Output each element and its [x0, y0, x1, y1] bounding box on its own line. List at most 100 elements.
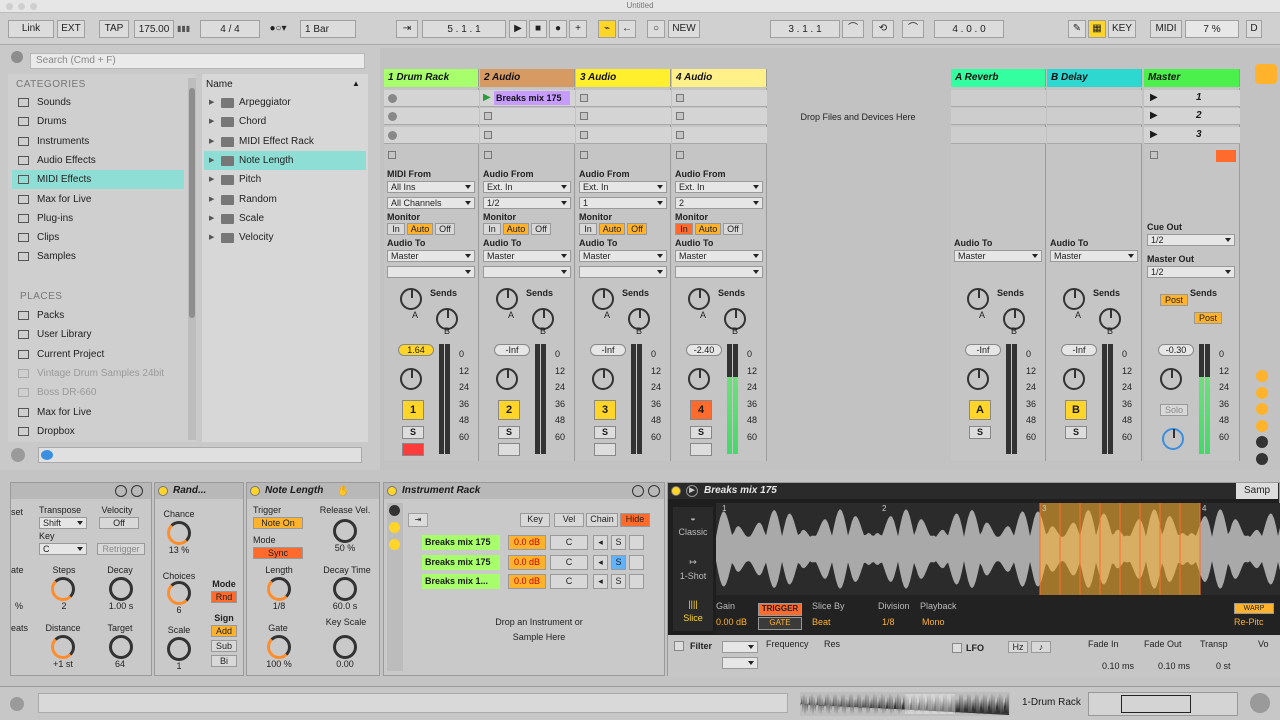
lfo-hz-button[interactable]: Hz: [1008, 641, 1028, 653]
browser-item-velocity[interactable]: ▶ Velocity: [204, 228, 366, 247]
clip-slot[interactable]: [672, 90, 767, 107]
return-activator-button[interactable]: A: [969, 400, 991, 420]
draw-mode-icon[interactable]: ✎: [1068, 20, 1086, 38]
detail-view-toggle-icon[interactable]: [1250, 693, 1270, 713]
clip-slot[interactable]: [384, 108, 479, 126]
save-preset-icon[interactable]: [632, 485, 644, 497]
pan-knob[interactable]: [1063, 368, 1085, 390]
clip-play-icon[interactable]: ▶: [483, 92, 491, 103]
output-channel-menu[interactable]: [387, 266, 475, 278]
target-knob[interactable]: [109, 635, 133, 659]
decay-time-knob[interactable]: [333, 577, 357, 601]
output-channel-menu[interactable]: [483, 266, 571, 278]
hot-swap-icon[interactable]: [131, 485, 143, 497]
monitor-in-button[interactable]: In: [387, 223, 405, 235]
browser-item-arpeggiator[interactable]: ▶ Arpeggiator: [204, 93, 366, 112]
minimize-window-icon[interactable]: [18, 3, 25, 10]
output-type-menu[interactable]: Master: [387, 250, 475, 262]
distance-knob[interactable]: [51, 635, 75, 659]
chain-solo-button[interactable]: S: [611, 554, 626, 570]
sidebar-item-samples[interactable]: Samples: [12, 247, 184, 266]
chain-list-toggle-icon[interactable]: [389, 522, 400, 533]
output-channel-menu[interactable]: [579, 266, 667, 278]
device-power-icon[interactable]: [250, 486, 260, 496]
new-session-button[interactable]: NEW: [668, 20, 700, 38]
clip-launch-icon[interactable]: [388, 112, 397, 122]
clip-stop-toggle[interactable]: [1216, 150, 1236, 162]
browser-item-random[interactable]: ▶ Random: [204, 190, 366, 209]
send-a-knob[interactable]: [1063, 288, 1085, 310]
sync-button[interactable]: Sync: [253, 547, 303, 559]
send-b-post-button[interactable]: Post: [1194, 312, 1222, 324]
browser-item-note-length[interactable]: ▶ Note Length: [204, 150, 366, 170]
midi-map-button[interactable]: MIDI: [1150, 20, 1182, 38]
chance-knob[interactable]: [167, 521, 191, 545]
clip-slot[interactable]: [576, 126, 671, 144]
scene-launch-icon[interactable]: ▶: [1150, 92, 1158, 103]
clip-stop-icon[interactable]: [676, 94, 684, 102]
device-power-icon[interactable]: [671, 486, 681, 496]
clip-stop-icon[interactable]: [580, 130, 588, 139]
arrangement-position[interactable]: 5 . 1 . 1: [422, 20, 506, 38]
decay-knob[interactable]: [109, 577, 133, 601]
clip-stop-icon[interactable]: [580, 94, 588, 102]
send-a-knob[interactable]: [496, 288, 518, 310]
input-type-menu[interactable]: All Ins: [387, 181, 475, 193]
follow-icon[interactable]: ⇥: [396, 20, 418, 38]
track-stop-icon[interactable]: [388, 151, 396, 159]
steps-knob[interactable]: [51, 577, 75, 601]
returns-icon[interactable]: [1256, 403, 1268, 415]
macro-toggle-icon[interactable]: [389, 505, 400, 516]
solo-button[interactable]: S: [969, 426, 991, 439]
monitor-off-button[interactable]: Off: [723, 223, 743, 235]
info-view-toggle-icon[interactable]: [8, 695, 28, 713]
expand-arrow-icon[interactable]: ▶: [209, 170, 214, 189]
clip-stop-icon[interactable]: [580, 112, 588, 121]
monitor-auto-button[interactable]: Auto: [407, 223, 433, 235]
output-type-menu[interactable]: Master: [579, 250, 667, 262]
return-header-a[interactable]: A Reverb: [951, 69, 1046, 87]
volume-field[interactable]: 1.64: [398, 344, 434, 356]
output-channel-menu[interactable]: [675, 266, 763, 278]
volume-field[interactable]: -Inf: [590, 344, 626, 356]
expand-arrow-icon[interactable]: ▶: [209, 190, 214, 209]
back-to-arrangement-icon[interactable]: ←: [618, 20, 636, 38]
place-item-current-project[interactable]: Current Project: [12, 345, 184, 364]
solo-button[interactable]: S: [594, 426, 616, 439]
mixer-icon[interactable]: [1256, 419, 1268, 432]
pan-knob[interactable]: [688, 368, 710, 390]
expand-arrow-icon[interactable]: ▶: [209, 132, 214, 151]
link-button[interactable]: Link: [8, 20, 54, 38]
place-item-boss-dr-660[interactable]: Boss DR-660: [12, 383, 184, 402]
monitor-auto-button[interactable]: Auto: [599, 223, 625, 235]
chain-name[interactable]: Breaks mix 175: [422, 554, 500, 570]
output-type-menu[interactable]: Master: [675, 250, 763, 262]
clip-slot[interactable]: [480, 108, 575, 126]
track-stop-icon[interactable]: [676, 151, 684, 159]
arm-button[interactable]: [594, 443, 616, 456]
chain-mute-icon[interactable]: ◂: [593, 574, 608, 589]
solo-button[interactable]: S: [402, 426, 424, 439]
clip-name[interactable]: Breaks mix 175: [494, 91, 570, 105]
loop-switch-icon[interactable]: ⟲: [872, 20, 894, 38]
session-view-toggle-icon[interactable]: [1255, 64, 1277, 84]
clip-stop-icon[interactable]: [484, 112, 492, 121]
browser-item-pitch[interactable]: ▶ Pitch: [204, 170, 366, 189]
crossfader-icon[interactable]: [1256, 436, 1268, 448]
name-column-header[interactable]: Name: [206, 79, 233, 90]
monitor-in-button[interactable]: In: [675, 223, 693, 235]
nudge-icon[interactable]: ▮▮▮: [177, 20, 195, 38]
chain-volume[interactable]: 0.0 dB: [508, 574, 546, 589]
chain-zone-button[interactable]: Chain: [586, 513, 618, 527]
tempo-field[interactable]: 175.00: [134, 20, 174, 38]
ext-sync-button[interactable]: EXT: [57, 20, 85, 38]
clip-stop-icon[interactable]: [676, 112, 684, 121]
sidebar-item-plug-ins[interactable]: Plug-ins: [12, 209, 184, 228]
transpose-value[interactable]: 0 st: [1216, 661, 1231, 671]
sidebar-item-max-for-live[interactable]: Max for Live: [12, 190, 184, 209]
input-type-menu[interactable]: Ext. In: [675, 181, 763, 193]
track-header-3[interactable]: 3 Audio: [576, 69, 671, 87]
send-a-knob[interactable]: [592, 288, 614, 310]
track-header-2[interactable]: 2 Audio: [480, 69, 575, 87]
browser-item-chord[interactable]: ▶ Chord: [204, 112, 366, 131]
